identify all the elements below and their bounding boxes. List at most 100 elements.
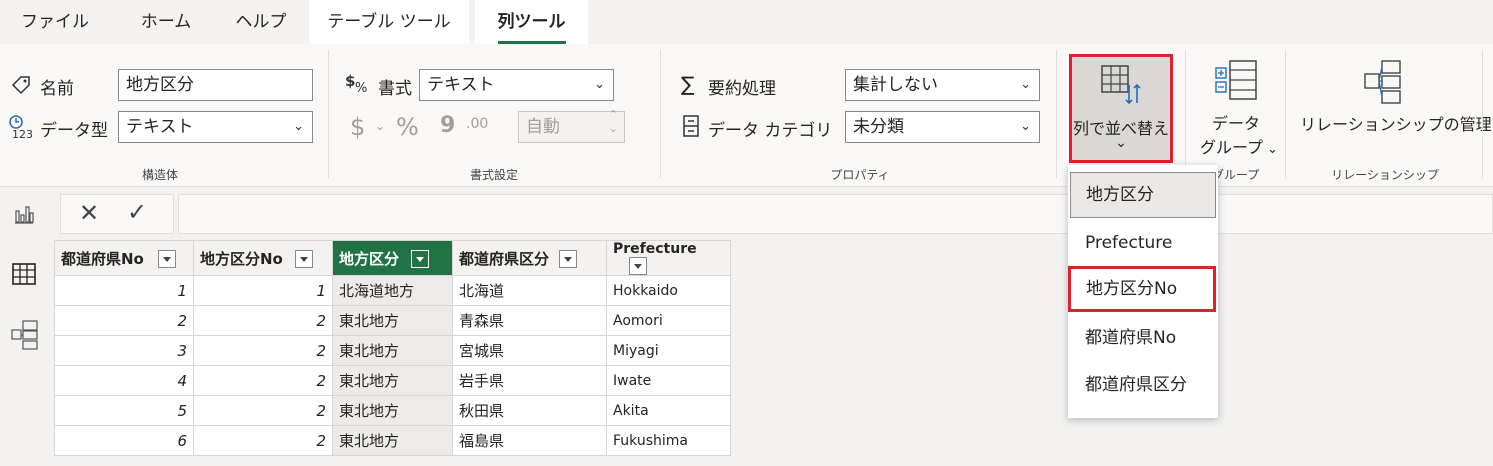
- data-type-select[interactable]: テキスト ⌄: [118, 111, 313, 143]
- cell-prefecture-type[interactable]: 北海道: [452, 275, 607, 306]
- format-value: テキスト: [427, 75, 495, 95]
- cell-prefecture-type[interactable]: 秋田県: [452, 395, 607, 426]
- tab-home[interactable]: ホーム: [126, 0, 206, 44]
- group-separator: [1056, 50, 1057, 178]
- cell-prefecture-no[interactable]: 3: [54, 335, 194, 366]
- cell-prefecture[interactable]: Fukushima: [606, 425, 731, 456]
- comma-button[interactable]: 9: [440, 113, 455, 138]
- sort-by-column-button[interactable]: 列で並べ替え ⌄: [1069, 54, 1173, 163]
- decimal-button[interactable]: .00: [466, 116, 488, 132]
- tab-column-tools-label: 列ツール: [497, 12, 566, 32]
- cell-region-no[interactable]: 1: [193, 275, 333, 306]
- tag-icon: [10, 74, 32, 96]
- data-group-label-line2[interactable]: グループ ⌄: [1200, 134, 1278, 158]
- stepper-arrows-icon: ⌃ ⌄: [608, 108, 618, 135]
- data-group-label-line1[interactable]: データ: [1212, 110, 1260, 134]
- cell-region[interactable]: 東北地方: [332, 305, 453, 336]
- group-label-groups: グループ: [1212, 168, 1260, 182]
- cell-prefecture-type[interactable]: 福島県: [452, 425, 607, 456]
- model-view-icon[interactable]: [11, 320, 39, 350]
- menu-item-prefecture[interactable]: Prefecture: [1070, 220, 1216, 266]
- format-label: 書式: [378, 79, 412, 99]
- column-header-region[interactable]: 地方区分: [332, 240, 453, 276]
- decimal-places-stepper[interactable]: 自動 ⌃ ⌄: [518, 108, 625, 143]
- column-header-region-no[interactable]: 地方区分No: [193, 240, 333, 276]
- cell-prefecture-type[interactable]: 青森県: [452, 305, 607, 336]
- cell-region-no[interactable]: 2: [193, 335, 333, 366]
- report-view-icon[interactable]: [13, 203, 35, 225]
- cell-region[interactable]: 東北地方: [332, 395, 453, 426]
- menu-item-region-no[interactable]: 地方区分No: [1068, 266, 1216, 312]
- column-header-label: 都道府県No: [61, 249, 144, 268]
- filter-dropdown-icon[interactable]: [157, 250, 176, 268]
- cell-prefecture[interactable]: Miyagi: [606, 335, 731, 366]
- cell-region-no[interactable]: 2: [193, 395, 333, 426]
- sigma-icon: ∑: [681, 72, 695, 96]
- column-header-prefecture-type[interactable]: 都道府県区分: [452, 240, 607, 276]
- tab-file[interactable]: ファイル: [10, 0, 100, 44]
- data-type-label: データ型: [40, 121, 108, 141]
- cell-prefecture-no[interactable]: 4: [54, 365, 194, 396]
- commit-formula-button[interactable]: ✓: [127, 198, 147, 226]
- filter-dropdown-icon[interactable]: [411, 250, 430, 268]
- data-category-value: 未分類: [853, 117, 904, 137]
- column-header-prefecture[interactable]: Prefecture: [606, 240, 731, 276]
- filter-dropdown-icon[interactable]: [559, 250, 578, 268]
- group-separator: [660, 50, 661, 178]
- group-separator: [1185, 50, 1186, 178]
- chevron-down-icon: ⌄: [293, 119, 304, 134]
- group-label-format: 書式設定: [469, 168, 518, 182]
- data-category-select[interactable]: 未分類 ⌄: [845, 111, 1040, 143]
- cell-region-no[interactable]: 2: [193, 305, 333, 336]
- summarize-value: 集計しない: [853, 75, 938, 95]
- cell-prefecture[interactable]: Aomori: [606, 305, 731, 336]
- cell-prefecture-no[interactable]: 2: [54, 305, 194, 336]
- table-row: 4 2 東北地方 岩手県 Iwate: [54, 365, 731, 396]
- menu-item-region[interactable]: 地方区分: [1070, 172, 1216, 218]
- table-row: 1 1 北海道地方 北海道 Hokkaido: [54, 275, 731, 306]
- tab-column-tools[interactable]: 列ツール: [475, 0, 588, 44]
- filter-dropdown-icon[interactable]: [629, 257, 647, 275]
- column-header-prefecture-no[interactable]: 都道府県No: [54, 240, 194, 276]
- cell-region[interactable]: 東北地方: [332, 335, 453, 366]
- cell-prefecture-type[interactable]: 宮城県: [452, 335, 607, 366]
- cell-region[interactable]: 東北地方: [332, 425, 453, 456]
- filter-dropdown-icon[interactable]: [294, 250, 313, 268]
- data-type-icon: 123: [8, 114, 38, 140]
- sort-by-column-menu: 地方区分 Prefecture 地方区分No 都道府県No 都道府県区分: [1068, 165, 1218, 418]
- currency-button[interactable]: $: [350, 113, 365, 141]
- chevron-down-icon: ⌄: [594, 77, 605, 92]
- menu-item-prefecture-type[interactable]: 都道府県区分: [1070, 362, 1216, 408]
- cell-region-no[interactable]: 2: [193, 365, 333, 396]
- menu-item-prefecture-no[interactable]: 都道府県No: [1070, 315, 1216, 361]
- cell-prefecture[interactable]: Iwate: [606, 365, 731, 396]
- cell-region[interactable]: 東北地方: [332, 365, 453, 396]
- cancel-formula-button[interactable]: ✕: [79, 199, 99, 227]
- column-header-label: 都道府県区分: [459, 249, 550, 268]
- format-select[interactable]: テキスト ⌄: [419, 69, 614, 101]
- cell-prefecture-no[interactable]: 6: [54, 425, 194, 456]
- summarize-select[interactable]: 集計しない ⌄: [845, 69, 1040, 101]
- formula-buttons: ✕ ✓: [60, 194, 174, 234]
- table-row: 3 2 東北地方 宮城県 Miyagi: [54, 335, 731, 366]
- group-separator: [1482, 50, 1483, 178]
- data-view-icon[interactable]: [12, 263, 36, 285]
- tab-table-tools[interactable]: テーブル ツール: [309, 0, 469, 44]
- cell-prefecture-no[interactable]: 5: [54, 395, 194, 426]
- sort-by-column-icon: [1101, 65, 1145, 105]
- decimal-places-value: 自動: [526, 117, 560, 137]
- cell-prefecture-no[interactable]: 1: [54, 275, 194, 306]
- percent-button[interactable]: %: [396, 113, 419, 141]
- cell-prefecture[interactable]: Hokkaido: [606, 275, 731, 306]
- group-label-relationships: リレーションシップ: [1331, 168, 1439, 182]
- formula-input[interactable]: [178, 194, 1493, 234]
- cell-region-no[interactable]: 2: [193, 425, 333, 456]
- tab-help[interactable]: ヘルプ: [222, 0, 300, 44]
- table-row: 6 2 東北地方 福島県 Fukushima: [54, 425, 731, 456]
- ribbon-tab-bar: ファイル ホーム ヘルプ テーブル ツール 列ツール: [0, 0, 1493, 44]
- cell-prefecture-type[interactable]: 岩手県: [452, 365, 607, 396]
- cell-region[interactable]: 北海道地方: [332, 275, 453, 306]
- cell-prefecture[interactable]: Akita: [606, 395, 731, 426]
- manage-relationships-button[interactable]: リレーションシップの管理: [1300, 111, 1492, 135]
- column-name-input[interactable]: 地方区分: [118, 69, 313, 101]
